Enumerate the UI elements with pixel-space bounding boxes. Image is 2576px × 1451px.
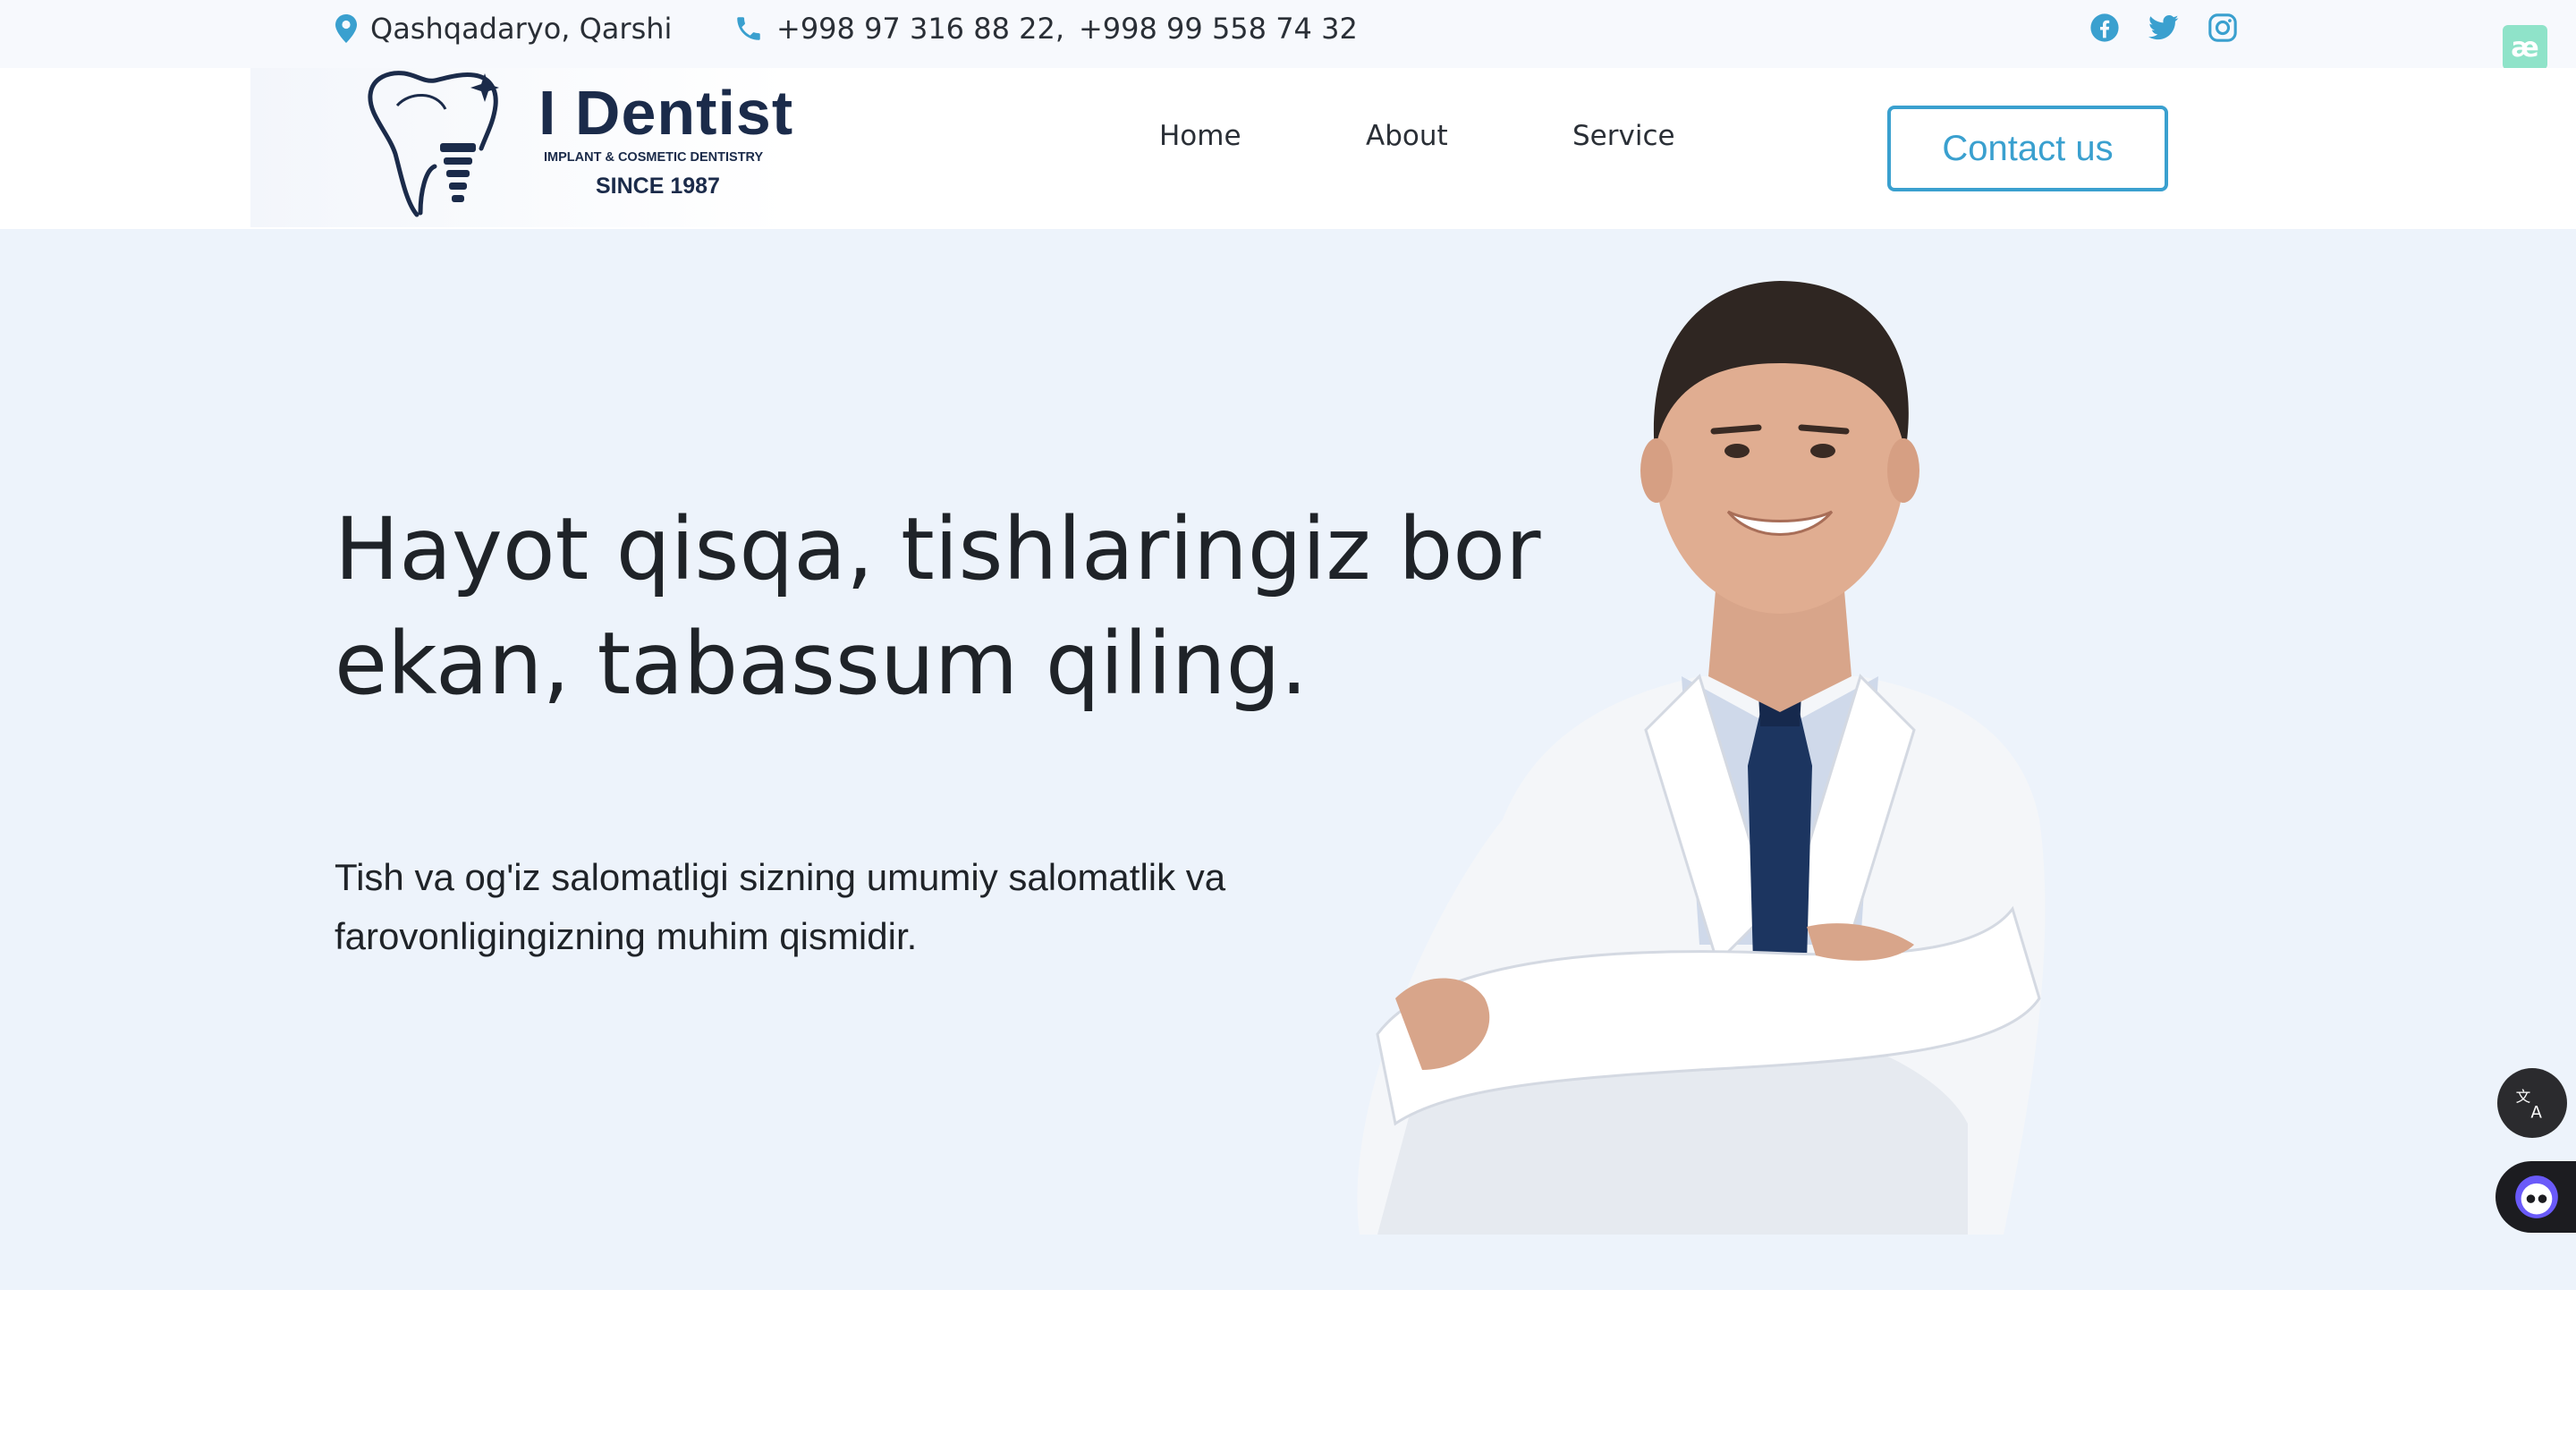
top-info-bar: Qashqadaryo, Qarshi +998 97 316 88 22, +… <box>0 0 2576 68</box>
logo-tagline: IMPLANT & COSMETIC DENTISTRY <box>544 150 764 165</box>
browser-extension-badge[interactable]: æ <box>2503 25 2547 70</box>
site-header: I Dentist IMPLANT & COSMETIC DENTISTRY S… <box>0 68 2576 229</box>
hero-subtitle: Tish va og'iz salomatligi sizning umumiy… <box>335 856 1226 957</box>
svg-text:文: 文 <box>2516 1088 2531 1105</box>
facebook-link[interactable] <box>2089 13 2120 43</box>
nav-about[interactable]: About <box>1366 120 1448 152</box>
tooth-implant-icon <box>368 71 499 217</box>
translate-button[interactable]: 文 A <box>2497 1068 2567 1138</box>
contact-us-button[interactable]: Contact us <box>1887 106 2168 191</box>
phone-number-2[interactable]: +998 99 558 74 32 <box>1079 12 1358 46</box>
location-pin-icon <box>335 14 357 43</box>
twitter-icon <box>2148 14 2179 40</box>
facebook-icon <box>2090 13 2119 42</box>
instagram-icon <box>2208 13 2237 42</box>
instagram-link[interactable] <box>2207 13 2238 43</box>
assistant-button[interactable] <box>2496 1161 2576 1233</box>
hero-section: Hayot qisqa, tishlaringiz bor ekan, taba… <box>0 229 2576 1290</box>
assistant-icon <box>2515 1175 2558 1218</box>
logo-name: I Dentist <box>538 78 794 148</box>
phone-number-1[interactable]: +998 97 316 88 22, <box>776 12 1064 46</box>
location-info: Qashqadaryo, Qarshi <box>335 0 672 57</box>
logo-since: SINCE 1987 <box>596 174 720 199</box>
nav-home[interactable]: Home <box>1159 120 1241 152</box>
nav-service[interactable]: Service <box>1572 120 1675 152</box>
doctor-image <box>1357 281 2046 1235</box>
translate-icon: 文 A <box>2516 1088 2543 1121</box>
phone-icon <box>737 17 760 40</box>
social-links <box>2089 13 2238 43</box>
phone-info: +998 97 316 88 22, +998 99 558 74 32 <box>733 0 1358 57</box>
location-text: Qashqadaryo, Qarshi <box>370 12 673 46</box>
site-logo[interactable]: I Dentist IMPLANT & COSMETIC DENTISTRY S… <box>250 68 792 227</box>
svg-text:A: A <box>2530 1104 2542 1121</box>
twitter-link[interactable] <box>2148 13 2179 43</box>
